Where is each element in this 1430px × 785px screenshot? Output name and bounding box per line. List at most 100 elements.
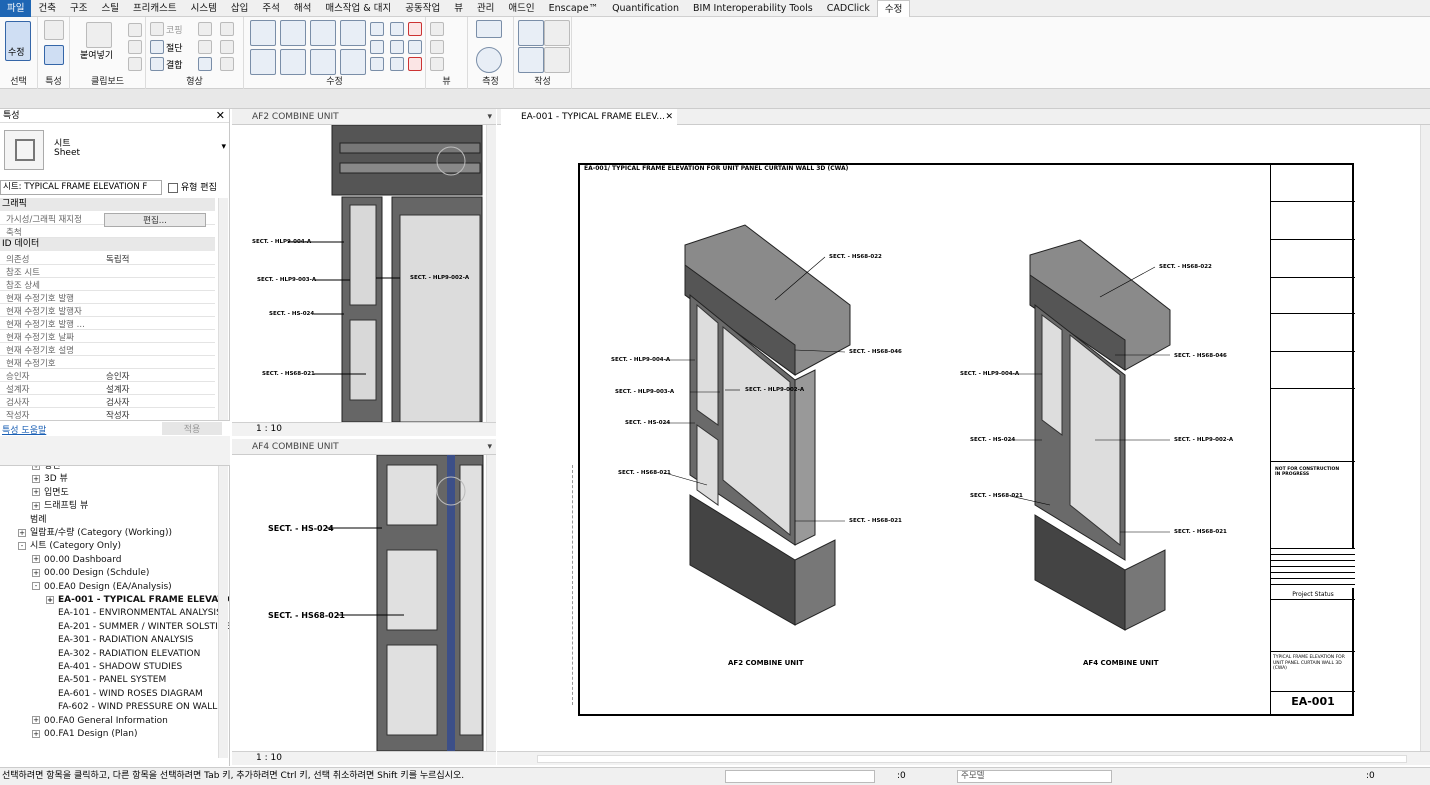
property-value[interactable]: 독립적 — [106, 253, 129, 265]
properties-icon[interactable] — [44, 20, 64, 40]
demolish-icon[interactable] — [220, 22, 234, 36]
expand-icon[interactable]: + — [46, 595, 54, 604]
af2-scale[interactable]: 1 : 10 — [256, 424, 282, 434]
design-option-dropdown[interactable]: 주모델 — [957, 770, 1112, 783]
cut-icon[interactable] — [128, 23, 142, 37]
ribbon-tab[interactable]: 공동작업 — [398, 0, 447, 17]
cope-label[interactable]: 코핑 — [166, 23, 183, 36]
properties-help-link[interactable]: 특성 도움말 — [2, 423, 46, 436]
browser-tree-item[interactable]: + 입면도 — [32, 487, 69, 500]
sheet-canvas[interactable]: EA-001/ TYPICAL FRAME ELEVATION FOR UNIT… — [498, 125, 1420, 751]
split-gap-icon[interactable] — [390, 22, 404, 36]
hide-icon[interactable] — [430, 22, 444, 36]
align-icon[interactable] — [250, 20, 276, 46]
copy-icon[interactable] — [128, 40, 142, 54]
ribbon-tab[interactable]: 매스작업 & 대지 — [318, 0, 398, 17]
browser-tree-item[interactable]: EA-201 - SUMMER / WINTER SOLSTICE — [46, 621, 229, 634]
expand-icon[interactable]: + — [18, 528, 26, 537]
paste-label[interactable]: 붙여넣기 — [80, 48, 113, 61]
af4-scale[interactable]: 1 : 10 — [256, 753, 282, 763]
ribbon-tab[interactable]: 뷰 — [447, 0, 470, 17]
copy-element-icon[interactable] — [280, 49, 306, 75]
properties-section-header[interactable]: 그래픽 — [0, 198, 215, 211]
split-face-icon[interactable] — [198, 40, 212, 54]
create-similar-icon[interactable] — [544, 47, 570, 73]
sheet-scrollbar[interactable] — [1420, 125, 1430, 751]
properties-row[interactable]: 현재 수정기호 발행 ... — [0, 317, 215, 330]
ribbon-tab[interactable]: 프리캐스트 — [126, 0, 184, 17]
browser-tree-item[interactable]: + 드래프팅 뷰 — [32, 500, 88, 513]
ribbon-tab[interactable]: 구조 — [63, 0, 94, 17]
collapse-icon[interactable]: - — [18, 541, 26, 550]
properties-scrollbar[interactable] — [218, 198, 228, 420]
rotate-icon[interactable] — [310, 49, 336, 75]
browser-tree-item[interactable]: +00.FA0 General Information — [32, 715, 168, 728]
ribbon-tab[interactable]: 시스템 — [184, 0, 224, 17]
browser-tree-item[interactable]: - 시트 (Category Only) — [18, 540, 121, 553]
browser-tree-item[interactable]: EA-601 - WIND ROSES DIAGRAM — [46, 688, 203, 701]
paint-icon[interactable] — [198, 57, 212, 71]
view-tab-af4[interactable]: AF4 COMBINE UNIT ▾ — [232, 439, 496, 455]
expand-icon[interactable]: + — [32, 474, 40, 483]
ribbon-tab[interactable]: 건축 — [31, 0, 62, 17]
af4-scrollbar[interactable] — [486, 455, 496, 751]
create-assembly-icon[interactable] — [518, 20, 544, 46]
browser-tree-item[interactable]: + EA-001 - TYPICAL FRAME ELEVATION F — [46, 594, 229, 607]
browser-tree-item[interactable]: EA-301 - RADIATION ANALYSIS — [46, 634, 193, 647]
browser-tree-item[interactable]: + 평면 — [32, 466, 61, 473]
af2-view-canvas[interactable]: SECT. - HLP9-004-A SECT. - HLP9-003-A SE… — [232, 125, 486, 422]
browser-tree-item[interactable]: 범례 — [18, 514, 47, 527]
properties-row[interactable]: 검사자 검사자 — [0, 395, 215, 408]
delete-icon[interactable] — [408, 57, 422, 71]
ribbon-tab[interactable]: 수정 — [876, 0, 911, 17]
properties-row[interactable]: 축척 — [0, 225, 215, 238]
scale-icon[interactable] — [390, 40, 404, 54]
browser-tree-item[interactable]: EA-501 - PANEL SYSTEM — [46, 674, 166, 687]
match-type-icon[interactable] — [128, 57, 142, 71]
view-menu-icon[interactable]: ▾ — [487, 439, 492, 455]
cope-icon[interactable] — [150, 22, 164, 36]
ribbon-tab[interactable]: 주석 — [255, 0, 286, 17]
browser-tree-item[interactable]: +3D 뷰 — [32, 473, 68, 486]
offset-icon[interactable] — [280, 20, 306, 46]
unpin-icon[interactable] — [408, 22, 422, 36]
cut-geometry-icon[interactable] — [150, 40, 164, 54]
dimension-icon[interactable] — [476, 47, 502, 73]
browser-tree-item[interactable]: EA-401 - SHADOW STUDIES — [46, 661, 182, 674]
apply-button[interactable]: 적용 — [162, 422, 222, 435]
sheet-h-scrollbar[interactable] — [537, 755, 1407, 763]
properties-row[interactable]: 현재 수정기호 날짜 — [0, 330, 215, 343]
collapse-icon[interactable]: - — [32, 582, 40, 591]
close-tab-icon[interactable]: ✕ — [665, 109, 673, 125]
property-value[interactable]: 승인자 — [106, 370, 129, 382]
properties-row[interactable]: 현재 수정기호 설명 — [0, 343, 215, 356]
ribbon-tab[interactable]: BIM Interoperability Tools — [686, 0, 820, 17]
browser-tree-item[interactable]: +00.FA1 Design (Plan) — [32, 728, 138, 741]
join-icon[interactable] — [150, 57, 164, 71]
mirror-draw-icon[interactable] — [340, 20, 366, 46]
mirror-axis-icon[interactable] — [310, 20, 336, 46]
create-parts-icon[interactable] — [544, 20, 570, 46]
chevron-down-icon[interactable]: ▾ — [221, 142, 226, 152]
expand-icon[interactable]: + — [32, 568, 40, 577]
expand-icon[interactable]: + — [32, 501, 40, 510]
ribbon-tab[interactable]: 삽입 — [224, 0, 255, 17]
expand-icon[interactable]: + — [32, 555, 40, 564]
af2-scrollbar[interactable] — [486, 125, 496, 422]
cut-geometry-label[interactable]: 절단 — [166, 41, 183, 54]
ribbon-tab[interactable]: 스틸 — [94, 0, 125, 17]
browser-tree-item[interactable]: +00.00 Dashboard — [32, 554, 121, 567]
ribbon-tab[interactable]: Enscape™ — [542, 0, 605, 17]
properties-row[interactable]: 현재 수정기호 — [0, 356, 215, 369]
paste-icon[interactable] — [86, 22, 112, 48]
properties-row[interactable]: 현재 수정기호 발행자 — [0, 304, 215, 317]
properties-row[interactable]: 참조 상세 — [0, 278, 215, 291]
properties-row[interactable]: 의존성 독립적 — [0, 252, 215, 265]
join-label[interactable]: 결합 — [166, 58, 183, 71]
close-icon[interactable]: ✕ — [216, 109, 225, 123]
properties-row[interactable]: 현재 수정기호 발행 — [0, 291, 215, 304]
browser-tree-item[interactable]: +00.00 Design (Schdule) — [32, 567, 149, 580]
wall-attach-icon[interactable] — [220, 57, 234, 71]
remove-paint-icon[interactable] — [220, 40, 234, 54]
browser-tree-item[interactable]: EA-101 - ENVIRONMENTAL ANALYSIS — [46, 607, 222, 620]
